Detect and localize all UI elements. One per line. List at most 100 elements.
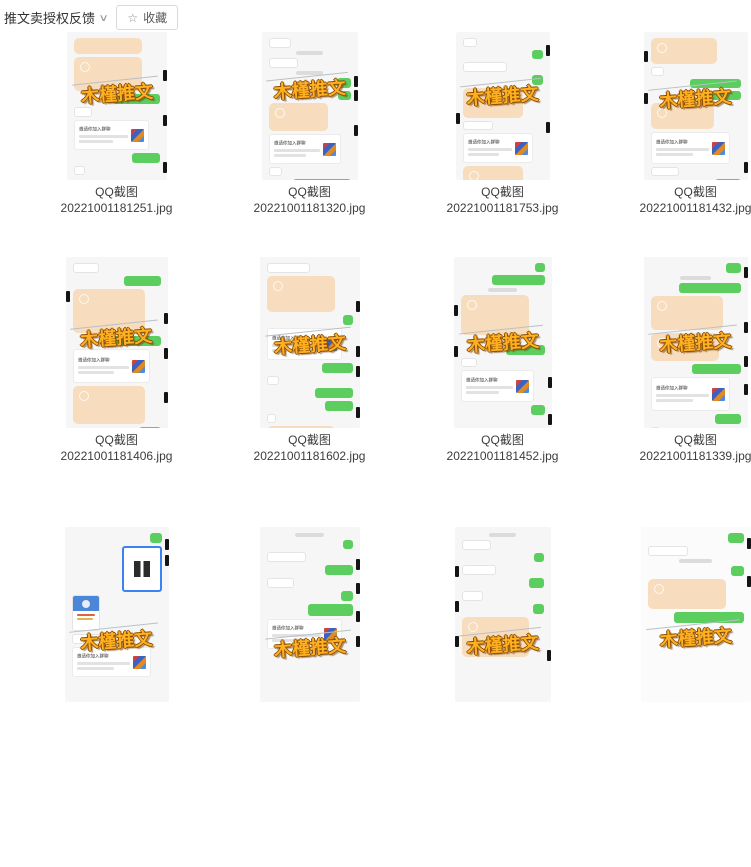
chat-bubble-outgoing bbox=[325, 565, 353, 575]
chat-bubble-incoming bbox=[73, 386, 145, 424]
thumbnail-caption: QQ截图 bbox=[674, 184, 717, 200]
edge-tick-mark bbox=[548, 377, 552, 388]
edge-tick-mark bbox=[455, 601, 459, 612]
edge-tick-mark bbox=[455, 566, 459, 577]
chat-bubble-plain bbox=[269, 58, 299, 68]
edge-tick-mark bbox=[356, 636, 360, 647]
group-avatar-mosaic bbox=[323, 143, 336, 156]
page-title: 推文卖授权反馈 bbox=[4, 8, 95, 27]
edge-tick-mark bbox=[163, 115, 167, 126]
chat-bubble-outgoing bbox=[529, 578, 544, 588]
edge-tick-mark bbox=[354, 125, 358, 136]
group-avatar-mosaic bbox=[516, 380, 529, 393]
favorite-button[interactable]: ☆ 收藏 bbox=[116, 5, 178, 30]
thumbnail-caption: QQ截图 bbox=[95, 184, 138, 200]
group-invite-card: 邀请你加入群聊 bbox=[73, 349, 150, 383]
timestamp-bar bbox=[296, 51, 324, 55]
group-avatar-mosaic bbox=[133, 656, 146, 669]
image-thumbnail[interactable]: 邀请你加入群聊木槿推文 bbox=[65, 527, 169, 702]
edge-tick-mark bbox=[164, 348, 168, 359]
thumbnail-filename: 20221001181432.jpg bbox=[640, 200, 751, 216]
chat-bubble-outgoing bbox=[531, 405, 544, 415]
gallery-cell: 邀请你加入群聊木槿推文 QQ截图20221001181753.jpg bbox=[406, 32, 599, 257]
chat-bubble-plain bbox=[648, 546, 688, 556]
chat-bubble-outgoing bbox=[533, 604, 544, 614]
chat-bubble-outgoing bbox=[108, 336, 161, 346]
image-thumbnail[interactable]: 邀请你加入群聊木槿推文 bbox=[644, 257, 748, 428]
chat-bubble-outgoing bbox=[728, 533, 743, 543]
image-thumbnail[interactable]: 邀请你加入群聊木槿推文 bbox=[260, 527, 360, 702]
chat-bubble-outgoing bbox=[534, 553, 543, 562]
chat-bubble-plain bbox=[462, 540, 492, 550]
chat-bubble-outgoing bbox=[308, 604, 353, 616]
edge-tick-mark bbox=[163, 70, 167, 81]
image-thumbnail[interactable]: 邀请你加入群聊木槿推文 bbox=[644, 32, 748, 180]
chat-bubble-plain bbox=[651, 67, 665, 76]
chat-bubble-outgoing bbox=[532, 50, 542, 59]
group-invite-card: 邀请你加入群聊 bbox=[74, 120, 150, 150]
chat-bubble-outgoing bbox=[293, 179, 350, 180]
chat-bubble-incoming bbox=[651, 38, 718, 64]
gallery-cell: 邀请你加入群聊木槿推文QQ截图20221001181320.jpg bbox=[213, 32, 406, 257]
chat-bubble-incoming bbox=[73, 289, 145, 333]
chat-bubble-incoming bbox=[267, 276, 336, 312]
image-thumbnail[interactable]: 邀请你加入群聊木槿推文 bbox=[262, 32, 358, 180]
group-invite-card: 邀请你加入群聊 bbox=[651, 377, 730, 411]
edge-tick-mark bbox=[644, 51, 648, 62]
image-thumbnail[interactable]: 邀请你加入群聊木槿推文 bbox=[260, 257, 360, 428]
edge-tick-mark bbox=[164, 313, 168, 324]
group-invite-card: 邀请你加入群聊 bbox=[267, 328, 343, 360]
image-thumbnail[interactable]: 邀请你加入群聊木槿推文 bbox=[67, 32, 167, 180]
chat-bubble-incoming bbox=[267, 426, 336, 428]
chat-bubble-incoming bbox=[269, 103, 328, 131]
thumbnail-caption: QQ截图 bbox=[481, 184, 524, 200]
chevron-down-icon[interactable]: ∨ bbox=[99, 13, 109, 24]
thumbnail-caption: QQ截图 bbox=[95, 432, 138, 448]
chat-bubble-plain bbox=[462, 565, 496, 575]
gallery-cell: 邀请你加入群聊木槿推文QQ截图20221001181452.jpg bbox=[406, 257, 599, 527]
chat-bubble-outgoing bbox=[150, 533, 162, 543]
chat-bubble-plain bbox=[651, 167, 680, 176]
gallery-cell: 邀请你加入群聊木槿推文QQ截图20221001181339.jpg bbox=[599, 257, 751, 527]
chat-bubble-plain bbox=[463, 62, 508, 72]
edge-tick-mark bbox=[165, 539, 169, 550]
edge-tick-mark bbox=[548, 414, 552, 425]
group-avatar-mosaic bbox=[515, 142, 528, 155]
timestamp-bar bbox=[489, 533, 517, 537]
chat-bubble-outgoing bbox=[726, 263, 740, 273]
edge-tick-mark bbox=[454, 305, 458, 316]
chat-bubble-incoming bbox=[651, 296, 723, 330]
image-thumbnail[interactable]: 邀请你加入群聊木槿推文 bbox=[454, 257, 552, 428]
image-thumbnail[interactable]: 邀请你加入群聊木槿推文 bbox=[456, 32, 550, 180]
edge-tick-mark bbox=[165, 555, 169, 566]
image-thumbnail[interactable]: 木槿推文 bbox=[641, 527, 751, 702]
edge-tick-mark bbox=[356, 407, 360, 418]
timestamp-bar bbox=[296, 71, 324, 75]
edge-tick-mark bbox=[456, 113, 460, 124]
group-invite-card: 邀请你加入群聊 bbox=[269, 134, 341, 164]
chat-bubble-plain bbox=[267, 552, 307, 562]
edge-tick-mark bbox=[744, 267, 748, 278]
thumbnail-filename: 20221001181753.jpg bbox=[447, 200, 559, 216]
edge-tick-mark bbox=[455, 636, 459, 647]
group-avatar-mosaic bbox=[712, 142, 725, 155]
chat-bubble-plain bbox=[463, 38, 477, 47]
qr-code-card bbox=[122, 546, 162, 592]
chat-bubble-plain bbox=[269, 167, 283, 176]
edge-tick-mark bbox=[644, 93, 648, 104]
group-avatar-mosaic bbox=[324, 628, 337, 641]
thumbnail-filename: 20221001181602.jpg bbox=[254, 448, 366, 464]
image-thumbnail[interactable]: 木槿推文 bbox=[455, 527, 551, 702]
edge-tick-mark bbox=[547, 650, 551, 661]
image-thumbnail[interactable]: 邀请你加入群聊木槿推文 bbox=[66, 257, 168, 428]
gallery-cell: 邀请你加入群聊木槿推文QQ截图20221001181602.jpg bbox=[213, 257, 406, 527]
folder-title-dropdown[interactable]: 推文卖授权反馈 ∨ bbox=[4, 8, 107, 27]
group-invite-card: 邀请你加入群聊 bbox=[463, 133, 533, 163]
timestamp-bar bbox=[295, 533, 324, 537]
chat-bubble-plain bbox=[267, 376, 280, 385]
chat-bubble-plain bbox=[267, 578, 295, 588]
contact-card bbox=[72, 595, 101, 631]
chat-bubble-outgoing bbox=[492, 275, 544, 285]
chat-bubble-plain bbox=[462, 591, 483, 601]
thumbnail-filename: 20221001181339.jpg bbox=[640, 448, 751, 464]
